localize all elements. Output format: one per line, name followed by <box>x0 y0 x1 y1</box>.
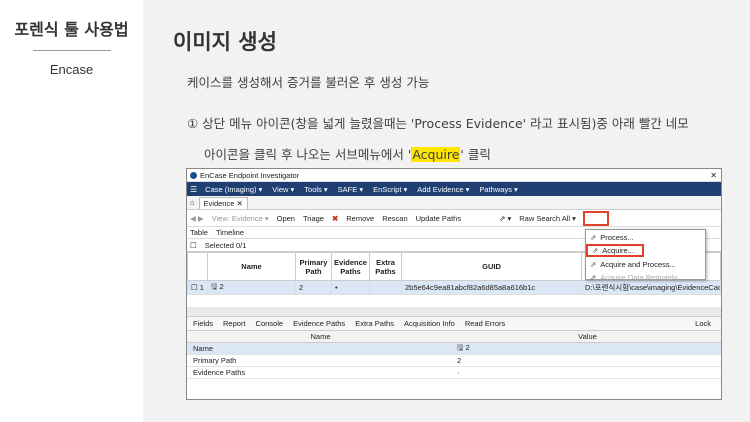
menu-item-label: Acquire and Process... <box>600 259 676 269</box>
menu-item-process[interactable]: ⇗ Process... <box>586 231 705 243</box>
table-view-tab[interactable]: Table <box>190 228 208 237</box>
tab-console[interactable]: Console <box>256 319 284 328</box>
encase-logo-icon <box>190 171 197 179</box>
timeline-view-tab[interactable]: Timeline <box>216 228 244 237</box>
menu-item-acquire[interactable]: ⇗ Acquire... <box>586 244 644 257</box>
remote-icon: ⇗ <box>590 272 597 282</box>
rescan-button[interactable]: Rescan <box>382 214 407 223</box>
tab-fields[interactable]: Fields <box>193 319 213 328</box>
encase-window: EnCase Endpoint Investigator ✕ ☰ Case (I… <box>186 168 722 400</box>
field-row[interactable]: Name 🖫 2 <box>187 343 721 355</box>
menu-enscript[interactable]: EnScript ▾ <box>373 185 407 194</box>
field-value: 🖫 2 <box>457 343 470 352</box>
field-value: · <box>457 368 460 377</box>
acquire-process-icon: ⇗ <box>590 259 597 269</box>
evidence-toolbar: ◀ ▶ View: Evidence ▾ Open Triage ✖ Remov… <box>187 210 721 227</box>
view-selector[interactable]: View: Evidence ▾ <box>212 214 269 223</box>
acquire-highlight-box <box>583 211 609 226</box>
window-title: EnCase Endpoint Investigator <box>200 170 300 180</box>
menu-tools[interactable]: Tools ▾ <box>304 185 327 194</box>
column-header[interactable]: GUID <box>401 252 582 281</box>
menu-add-evidence[interactable]: Add Evidence ▾ <box>417 185 469 194</box>
menu-safe[interactable]: SAFE ▾ <box>338 185 363 194</box>
table-cell: 2b5e64c9ea81abcf82a6d85a8a616b1c <box>401 280 582 295</box>
process-icon: ⇗ <box>590 232 597 242</box>
window-titlebar: EnCase Endpoint Investigator ✕ <box>187 169 721 182</box>
column-header[interactable]: Evidence Paths <box>331 252 370 281</box>
menu-view[interactable]: View ▾ <box>272 185 294 194</box>
instruction-line-2: ① 상단 메뉴 아이콘(창을 넓게 늘렸을때는 'Process Evidenc… <box>187 116 689 131</box>
instruction-text-end: ' 클릭 <box>460 147 491 162</box>
hamburger-icon[interactable]: ☰ <box>190 185 197 194</box>
fields-name-header[interactable]: Name <box>187 332 454 341</box>
column-header[interactable]: Name <box>207 252 296 281</box>
menu-case[interactable]: Case (Imaging) ▾ <box>205 185 262 194</box>
tab-bar: ⌂ Evidence ✕ <box>187 196 721 210</box>
field-name: Name <box>193 344 214 353</box>
menu-item-label: Acquire... <box>602 246 634 255</box>
tab-report[interactable]: Report <box>223 319 246 328</box>
remove-icon: ✖ <box>331 213 339 223</box>
field-row[interactable]: Primary Path 2 <box>187 355 721 367</box>
acquire-icon: ⇗ <box>592 246 599 255</box>
menu-pathways[interactable]: Pathways ▾ <box>479 185 517 194</box>
select-all-checkbox[interactable]: ☐ <box>190 241 197 250</box>
field-row[interactable]: Evidence Paths · <box>187 367 721 379</box>
raw-search-button[interactable]: Raw Search All ▾ <box>519 214 576 223</box>
menu-item-acquire-and-process[interactable]: ⇗ Acquire and Process... <box>586 258 705 270</box>
column-header[interactable]: Primary Path <box>295 252 332 281</box>
menu-item-label: Process... <box>600 232 634 242</box>
tab-acquisition-info[interactable]: Acquisition Info <box>404 319 455 328</box>
sidebar-subtitle: Encase <box>49 62 94 77</box>
divider <box>33 50 111 51</box>
fields-value-header[interactable]: Value <box>454 332 721 341</box>
table-cell <box>369 280 402 295</box>
field-name: Primary Path <box>193 356 237 365</box>
process-evidence-dropdown: ⇗ Process... ⇗ Acquire... ⇗ Acquire and Pro… <box>585 229 706 283</box>
instruction-text: 아이콘을 클릭 후 나오는 서브메뉴에서 ' <box>204 147 412 162</box>
selected-count: Selected 0/1 <box>204 240 247 250</box>
menu-item-acquire-remote: ⇗ Acquire Data Remotely... <box>586 271 705 283</box>
remove-button[interactable]: Remove <box>346 214 374 223</box>
home-icon[interactable]: ⌂ <box>190 198 195 207</box>
field-name: Evidence Paths <box>193 368 246 377</box>
instruction-line-1: 케이스를 생성해서 증거를 불러온 후 생성 가능 <box>187 75 430 90</box>
table-cell: • <box>331 280 370 295</box>
update-paths-button[interactable]: Update Paths <box>416 214 461 223</box>
tab-evidence[interactable]: Evidence ✕ <box>198 196 248 209</box>
open-button[interactable]: Open <box>277 214 295 223</box>
menu-bar: ☰ Case (Imaging) ▾ View ▾ Tools ▾ SAFE ▾… <box>187 182 721 196</box>
bottom-tab-bar: Fields Report Console Evidence Paths Ext… <box>187 317 721 331</box>
process-evidence-icon[interactable]: ⇗ ▾ <box>499 214 511 223</box>
field-value: 2 <box>457 356 462 365</box>
tab-lock[interactable]: Lock <box>695 319 711 328</box>
table-cell: ☐ 1 <box>187 280 208 295</box>
tab-evidence-paths[interactable]: Evidence Paths <box>293 319 345 328</box>
table-cell: 2 <box>295 280 332 295</box>
column-header[interactable]: Extra Paths <box>369 252 402 281</box>
tab-read-errors[interactable]: Read Errors <box>465 319 505 328</box>
triage-button[interactable]: Triage <box>303 214 324 223</box>
horizontal-scrollbar[interactable] <box>187 307 721 317</box>
column-header[interactable] <box>187 252 208 281</box>
sidebar-title: 포렌식 툴 사용법 <box>14 20 129 39</box>
close-icon[interactable]: ✕ <box>710 171 717 180</box>
menu-item-label: Acquire Data Remotely... <box>600 272 684 282</box>
highlight-acquire: Acquire <box>411 147 461 162</box>
back-icon[interactable]: ◀ ▶ <box>190 214 204 223</box>
tab-extra-paths[interactable]: Extra Paths <box>355 319 394 328</box>
sidebar: 포렌식 툴 사용법 Encase <box>0 0 143 422</box>
table-cell: 🖫 2 <box>207 280 296 295</box>
slide-heading: 이미지 생성 <box>173 30 277 54</box>
instruction-line-3: 아이콘을 클릭 후 나오는 서브메뉴에서 'Acquire' 클릭 <box>204 144 491 163</box>
